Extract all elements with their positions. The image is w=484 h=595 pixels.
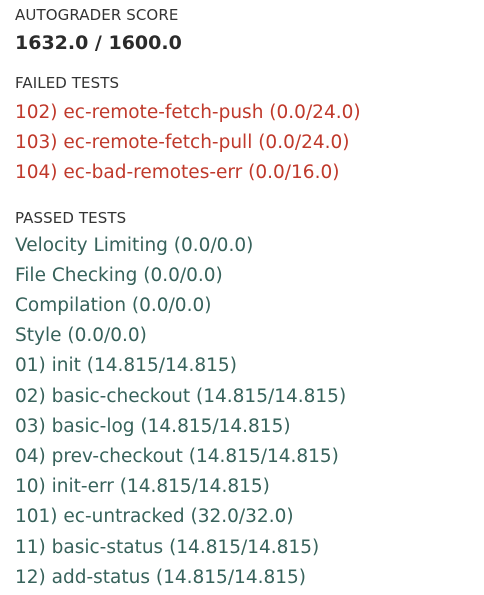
failed-test-item: 103) ec-remote-fetch-pull (0.0/24.0) xyxy=(15,132,350,154)
failed-test-item: 104) ec-bad-remotes-err (0.0/16.0) xyxy=(15,162,340,184)
passed-test-item: Compilation (0.0/0.0) xyxy=(15,295,212,317)
passed-test-item: 03) basic-log (14.815/14.815) xyxy=(15,415,291,437)
failed-test-item: 102) ec-remote-fetch-push (0.0/24.0) xyxy=(15,102,361,123)
passed-test-item: 02) basic-checkout (14.815/14.815) xyxy=(15,385,347,407)
passed-tests-label: PASSED TESTS xyxy=(15,208,127,227)
autograder-score-value: 1632.0 / 1600.0 xyxy=(15,32,182,54)
passed-tests-list: Velocity Limiting (0.0/0.0) File Checkin… xyxy=(15,231,484,593)
passed-test-item: 10) init-err (14.815/14.815) xyxy=(15,476,270,498)
passed-test-item: File Checking (0.0/0.0) xyxy=(15,264,223,286)
passed-test-item: 11) basic-status (14.815/14.815) xyxy=(15,536,320,558)
failed-tests-list: 102) ec-remote-fetch-push (0.0/24.0) 103… xyxy=(15,98,484,189)
passed-test-item: 101) ec-untracked (32.0/32.0) xyxy=(15,506,294,528)
passed-test-item: Velocity Limiting (0.0/0.0) xyxy=(15,234,254,256)
autograder-score-label: AUTOGRADER SCORE xyxy=(15,6,179,24)
passed-test-item: 04) prev-checkout (14.815/14.815) xyxy=(15,446,339,468)
autograder-results-panel: AUTOGRADER SCORE 1632.0 / 1600.0 FAILED … xyxy=(0,0,484,593)
passed-test-item: 01) init (14.815/14.815) xyxy=(15,355,237,377)
failed-tests-label: FAILED TESTS xyxy=(15,74,120,92)
passed-test-item: 12) add-status (14.815/14.815) xyxy=(15,566,306,588)
passed-test-item: Style (0.0/0.0) xyxy=(15,325,147,347)
